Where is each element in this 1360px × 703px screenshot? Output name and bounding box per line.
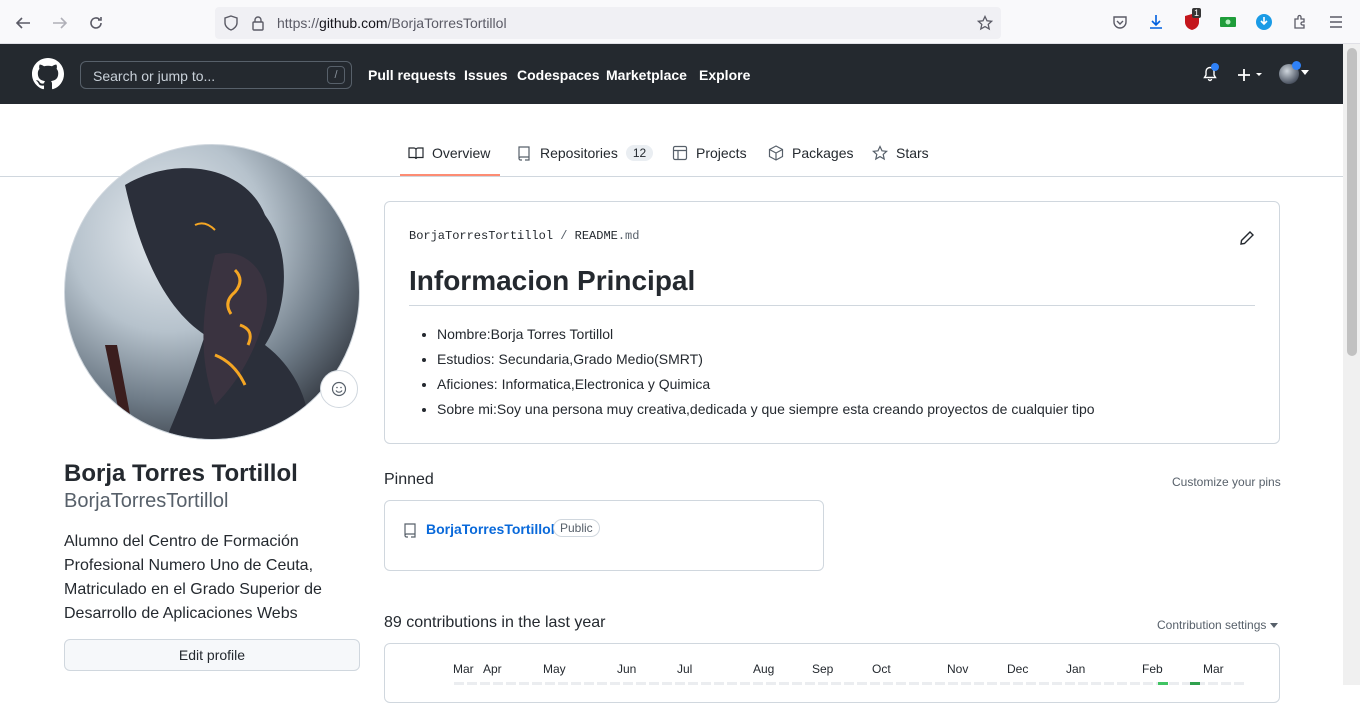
contribution-settings-label: Contribution settings: [1157, 618, 1267, 632]
nav-explore[interactable]: Explore: [699, 67, 750, 83]
readme-path-ext: .md: [617, 229, 640, 243]
contribution-settings-dropdown[interactable]: Contribution settings: [1157, 618, 1278, 632]
month-label: Dec: [1007, 662, 1029, 676]
pinned-heading: Pinned: [384, 471, 434, 488]
month-label: Jul: [677, 662, 693, 676]
readme-card: BorjaTorresTortillol / README.md Informa…: [384, 201, 1280, 444]
lock-icon[interactable]: [250, 15, 266, 31]
profile-username: BorjaTorresTortillol: [64, 490, 229, 512]
back-icon[interactable]: [11, 11, 35, 35]
package-icon: [768, 145, 784, 161]
search-shortcut-badge: /: [327, 66, 345, 84]
month-label: Jan: [1066, 662, 1086, 676]
money-extension-icon[interactable]: [1218, 12, 1238, 32]
readme-heading: Informacion Principal: [409, 265, 696, 296]
readme-divider: [409, 305, 1255, 306]
notifications-bell-icon[interactable]: [1202, 63, 1220, 84]
book-icon: [408, 147, 424, 160]
nav-pull-requests[interactable]: Pull requests: [368, 67, 456, 83]
pencil-edit-icon[interactable]: [1239, 230, 1255, 246]
tab-projects-label: Projects: [696, 145, 747, 161]
profile-bio: Alumno del Centro de Formación Profesion…: [64, 533, 322, 622]
url-text: https://github.com/BorjaTorresTortillol: [277, 15, 507, 31]
repo-icon: [404, 523, 416, 538]
customize-pins-link[interactable]: Customize your pins: [1172, 475, 1281, 489]
browser-toolbar: https://github.com/BorjaTorresTortillol …: [0, 0, 1360, 44]
month-label: Feb: [1142, 662, 1163, 676]
readme-path-user[interactable]: BorjaTorresTortillol: [409, 229, 553, 243]
page-scrollbar[interactable]: [1343, 44, 1360, 685]
visibility-badge: Public: [553, 519, 600, 537]
bookmark-star-icon[interactable]: [977, 15, 993, 31]
pocket-icon[interactable]: [1110, 12, 1130, 32]
month-label: Apr: [483, 662, 502, 676]
tab-repositories-label: Repositories: [540, 145, 618, 161]
tab-packages[interactable]: Packages: [768, 144, 853, 162]
tab-projects[interactable]: Projects: [672, 144, 747, 162]
extension-badge: 1: [1192, 8, 1202, 18]
github-header: Search or jump to... / Pull requests Iss…: [0, 44, 1343, 104]
contributions-heading: 89 contributions in the last year: [384, 614, 606, 631]
downloads-icon[interactable]: [1146, 12, 1166, 32]
month-label: Oct: [872, 662, 891, 676]
month-label: Mar: [1203, 662, 1224, 676]
readme-path: BorjaTorresTortillol / README.md: [409, 229, 639, 243]
repositories-counter: 12: [625, 145, 654, 161]
list-item: Estudios: Secundaria,Grado Medio(SMRT): [437, 350, 1095, 375]
set-status-button[interactable]: [320, 370, 358, 408]
create-new-plus-icon[interactable]: [1237, 67, 1265, 88]
star-icon: [872, 145, 888, 161]
tab-stars-label: Stars: [896, 145, 929, 161]
nav-marketplace[interactable]: Marketplace: [606, 67, 687, 83]
notification-dot: [1211, 63, 1219, 71]
search-input[interactable]: Search or jump to... /: [80, 61, 352, 89]
month-label: May: [543, 662, 566, 676]
chevron-down-icon: [1301, 70, 1309, 75]
nav-codespaces[interactable]: Codespaces: [517, 67, 599, 83]
menu-icon[interactable]: [1326, 12, 1346, 32]
nav-issues[interactable]: Issues: [464, 67, 508, 83]
pinned-repo-link[interactable]: BorjaTorresTortillol: [426, 521, 555, 537]
tab-repositories[interactable]: Repositories 12: [516, 144, 654, 162]
search-placeholder: Search or jump to...: [93, 68, 216, 84]
download-extension-icon[interactable]: [1254, 12, 1274, 32]
tab-packages-label: Packages: [792, 145, 854, 161]
list-item: Aficiones: Informatica,Electronica y Qui…: [437, 375, 1095, 400]
tab-stars[interactable]: Stars: [872, 144, 929, 162]
readme-path-separator: /: [560, 229, 568, 243]
repo-icon: [518, 146, 530, 161]
reload-icon[interactable]: [84, 11, 108, 35]
tab-overview[interactable]: Overview: [408, 144, 490, 162]
month-label: Mar: [453, 662, 474, 676]
profile-full-name: Borja Torres Tortillol: [64, 460, 298, 487]
status-dot: [1292, 61, 1301, 70]
scrollbar-thumb[interactable]: [1347, 48, 1357, 356]
list-item: Sobre mi:Soy una persona muy creativa,de…: [437, 400, 1095, 425]
shield-icon[interactable]: [223, 15, 239, 31]
project-table-icon: [672, 145, 688, 161]
edit-profile-button[interactable]: Edit profile: [64, 639, 360, 671]
readme-list: Nombre:Borja Torres Tortillol Estudios: …: [437, 325, 1095, 425]
github-logo-icon[interactable]: [32, 58, 64, 90]
chevron-down-icon: [1269, 623, 1278, 628]
smiley-icon: [331, 381, 347, 397]
month-label: Nov: [947, 662, 969, 676]
month-label: Jun: [617, 662, 637, 676]
ublock-icon[interactable]: 1: [1182, 8, 1202, 32]
list-item: Nombre:Borja Torres Tortillol: [437, 325, 1095, 350]
extensions-puzzle-icon[interactable]: [1290, 12, 1310, 32]
pinned-repo-card: BorjaTorresTortillol Public: [384, 500, 824, 571]
forward-icon[interactable]: [48, 11, 72, 35]
readme-path-file[interactable]: README: [575, 229, 618, 243]
month-label: Aug: [753, 662, 775, 676]
tab-overview-label: Overview: [432, 145, 491, 161]
user-avatar-menu[interactable]: [1279, 61, 1309, 84]
month-label: Sep: [812, 662, 834, 676]
profile-avatar[interactable]: [64, 144, 360, 440]
url-bar[interactable]: https://github.com/BorjaTorresTortillol: [215, 7, 1001, 39]
